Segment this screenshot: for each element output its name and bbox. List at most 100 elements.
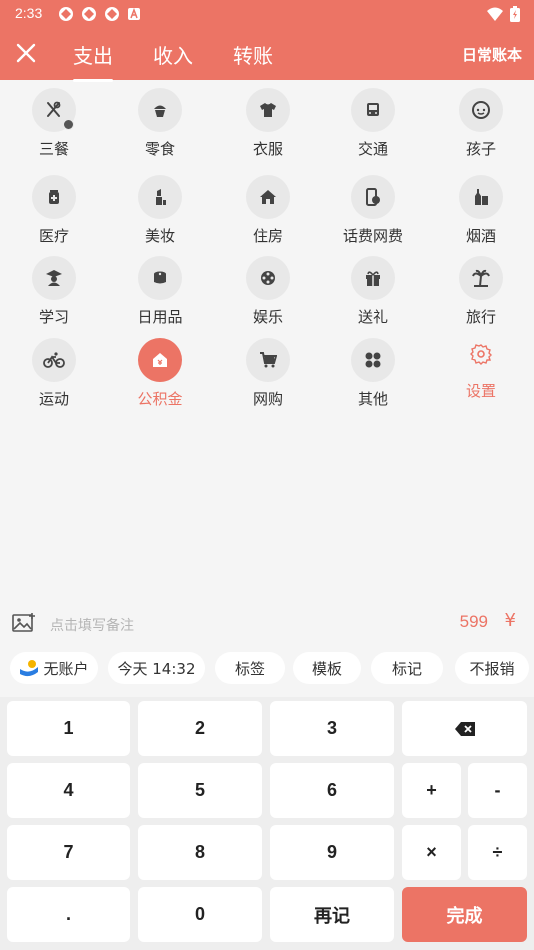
category-label: 零食 [144, 140, 175, 158]
key-9[interactable]: 9 [270, 825, 394, 880]
system-icons [486, 6, 520, 26]
category-meals[interactable]: 三餐 [4, 80, 104, 160]
done-button[interactable]: 完成 [402, 887, 527, 942]
key-plus[interactable]: + [402, 763, 461, 818]
category-gifts[interactable]: 送礼 [323, 248, 423, 328]
category-study[interactable]: 学习 [4, 248, 104, 328]
category-label: 话费网费 [342, 227, 403, 245]
category-entertainment[interactable]: 娱乐 [218, 248, 318, 328]
category-settings[interactable]: 设置 [431, 330, 531, 410]
category-label: 公积金 [137, 390, 183, 408]
tab-expense[interactable]: 支出 [73, 40, 113, 82]
gift-icon [351, 256, 395, 300]
category-housing-fund[interactable]: 公积金 [110, 330, 210, 410]
key-3[interactable]: 3 [270, 701, 394, 756]
category-label: 烟酒 [465, 227, 496, 245]
fund-house-icon [138, 338, 182, 382]
key-multiply[interactable]: × [402, 825, 461, 880]
key-8[interactable]: 8 [138, 825, 262, 880]
category-other[interactable]: 其他 [323, 330, 423, 410]
note-input[interactable]: 点击填写备注 [50, 615, 134, 635]
key-minus[interactable]: - [468, 763, 527, 818]
account-book-selector[interactable]: 日常账本 [462, 44, 522, 65]
cart-icon [246, 338, 290, 382]
account-chip-label: 无账户 [43, 659, 89, 678]
category-label: 日用品 [137, 308, 183, 326]
category-label: 孩子 [465, 140, 496, 158]
template-chip[interactable]: 模板 [293, 652, 361, 684]
key-4[interactable]: 4 [7, 763, 130, 818]
category-tobacco-alcohol[interactable]: 烟酒 [431, 167, 531, 247]
category-label: 三餐 [38, 140, 69, 158]
medicine-icon [32, 175, 76, 219]
palm-tree-icon [459, 256, 503, 300]
account-chip[interactable]: 无账户 [10, 652, 98, 684]
category-label: 娱乐 [252, 308, 283, 326]
battery-icon [510, 6, 520, 26]
key-dot[interactable]: . [7, 887, 130, 942]
record-again-button[interactable]: 再记 [270, 887, 394, 942]
category-daily-goods[interactable]: 日用品 [110, 248, 210, 328]
category-kids[interactable]: 孩子 [431, 80, 531, 160]
film-icon [246, 256, 290, 300]
house-icon [246, 175, 290, 219]
number-keypad: 1 2 3 4 5 6 + - 7 8 9 × ÷ . 0 再记 完成 [0, 697, 534, 950]
category-label: 住房 [252, 227, 283, 245]
bottle-icon [459, 175, 503, 219]
category-label: 学习 [38, 308, 69, 326]
note-amount-row: 点击填写备注 599 ¥ [0, 605, 534, 645]
currency-symbol[interactable]: ¥ [505, 610, 516, 631]
category-medical[interactable]: 医疗 [4, 167, 104, 247]
category-label: 衣服 [252, 140, 283, 158]
category-transport[interactable]: 交通 [323, 80, 423, 160]
category-label: 网购 [252, 390, 283, 408]
key-1[interactable]: 1 [7, 701, 130, 756]
key-0[interactable]: 0 [138, 887, 262, 942]
wallet-icon [20, 660, 39, 677]
tab-income[interactable]: 收入 [153, 40, 193, 69]
gear-icon [459, 334, 503, 374]
reimburse-chip[interactable]: 不报销 [455, 652, 529, 684]
key-6[interactable]: 6 [270, 763, 394, 818]
key-7[interactable]: 7 [7, 825, 130, 880]
tissue-icon [138, 256, 182, 300]
category-online-shopping[interactable]: 网购 [218, 330, 318, 410]
reimburse-chip-label: 不报销 [469, 659, 515, 678]
backspace-key[interactable] [402, 701, 527, 756]
category-makeup[interactable]: 美妆 [110, 167, 210, 247]
category-label: 美妆 [144, 227, 175, 245]
category-sports[interactable]: 运动 [4, 330, 104, 410]
close-icon [16, 43, 36, 63]
close-button[interactable] [12, 39, 40, 67]
mark-chip[interactable]: 标记 [371, 652, 443, 684]
mark-chip-label: 标记 [391, 659, 422, 678]
graduate-icon [32, 256, 76, 300]
key-divide[interactable]: ÷ [468, 825, 527, 880]
lipstick-icon [138, 175, 182, 219]
phone-bill-icon [351, 175, 395, 219]
category-label: 旅行 [465, 308, 496, 326]
key-2[interactable]: 2 [138, 701, 262, 756]
bicycle-icon [32, 338, 76, 382]
baby-icon [459, 88, 503, 132]
utensils-icon [32, 88, 76, 132]
key-5[interactable]: 5 [138, 763, 262, 818]
tab-transfer[interactable]: 转账 [233, 40, 273, 69]
image-attach-icon[interactable] [12, 612, 36, 638]
date-chip[interactable]: 今天 14:32 [108, 652, 205, 684]
app-notification-icon [104, 6, 120, 22]
category-housing[interactable]: 住房 [218, 167, 318, 247]
app-notification-icon [58, 6, 74, 22]
category-label: 医疗 [38, 227, 69, 245]
tag-chip[interactable]: 标签 [215, 652, 285, 684]
category-phone-internet[interactable]: 话费网费 [323, 167, 423, 247]
category-clothes[interactable]: 衣服 [218, 80, 318, 160]
category-travel[interactable]: 旅行 [431, 248, 531, 328]
cupcake-icon [138, 88, 182, 132]
status-time: 2:33 [15, 5, 43, 21]
category-label: 设置 [465, 382, 496, 400]
category-snacks[interactable]: 零食 [110, 80, 210, 160]
category-label: 运动 [38, 390, 69, 408]
bus-icon [351, 88, 395, 132]
option-chips: 无账户 今天 14:32 标签 模板 标记 不报销 [0, 652, 534, 688]
